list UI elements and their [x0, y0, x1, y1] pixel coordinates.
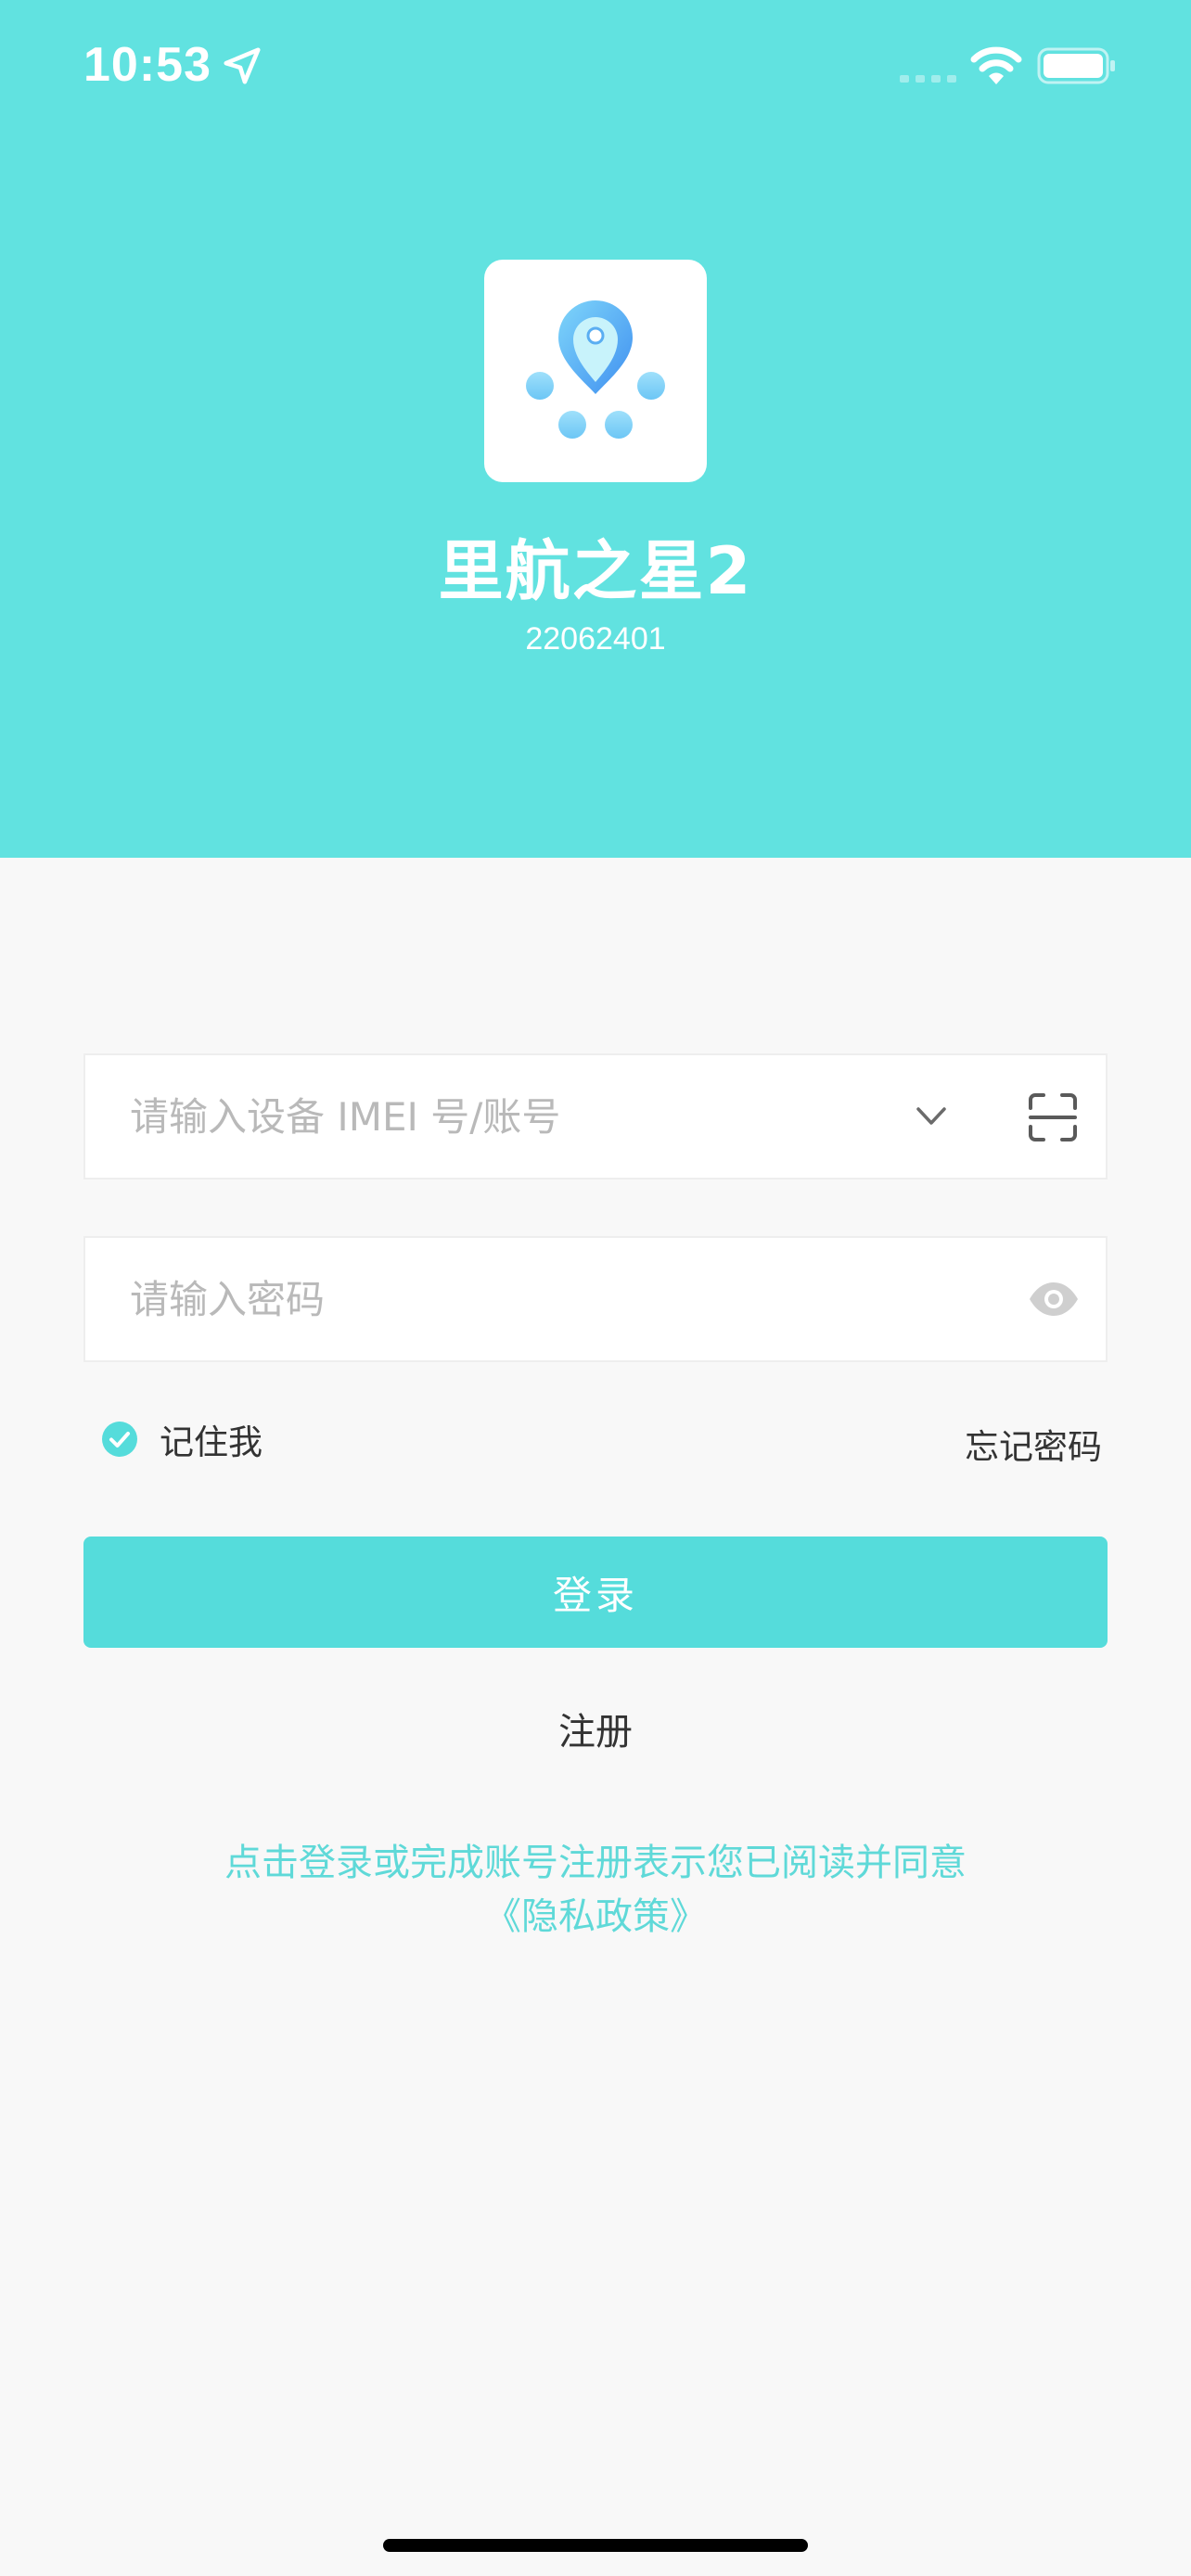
account-input[interactable] — [130, 1055, 890, 1178]
register-link[interactable]: 注册 — [0, 1702, 1191, 1755]
header-banner: 10:53 里航之星2 22062401 — [0, 0, 1191, 858]
eye-icon[interactable] — [1028, 1281, 1080, 1318]
agreement-text: 点击登录或完成账号注册表示您已阅读并同意 — [224, 1842, 967, 1884]
battery-icon — [1037, 47, 1115, 84]
chevron-down-icon[interactable] — [911, 1098, 952, 1135]
password-field — [83, 1236, 1108, 1362]
remember-me-toggle[interactable]: 记住我 — [102, 1415, 263, 1463]
app-version: 22062401 — [525, 621, 666, 657]
location-arrow-icon — [224, 47, 261, 84]
remember-me-label: 记住我 — [160, 1422, 263, 1462]
account-field — [83, 1053, 1108, 1180]
status-time: 10:53 — [83, 38, 211, 92]
privacy-agreement: 点击登录或完成账号注册表示您已阅读并同意 《隐私政策》 — [0, 1836, 1191, 1944]
cellular-signal-icon — [900, 75, 956, 83]
forgot-password-link[interactable]: 忘记密码 — [965, 1419, 1102, 1469]
app-title: 里航之星2 — [438, 533, 753, 609]
app-logo — [484, 260, 707, 482]
paw-pin-logo-icon — [526, 300, 665, 439]
login-button[interactable]: 登录 — [83, 1537, 1108, 1648]
wifi-icon — [970, 46, 1022, 84]
check-circle-icon — [102, 1422, 137, 1457]
privacy-policy-link[interactable]: 《隐私政策》 — [0, 1890, 1191, 1944]
status-bar: 10:53 — [0, 0, 1191, 139]
scan-icon[interactable] — [1028, 1092, 1078, 1142]
password-input[interactable] — [130, 1238, 983, 1360]
login-screen: 10:53 里航之星2 22062401 请输入设备 IMEI 号/账号 记住我… — [0, 0, 1191, 2576]
home-indicator — [383, 2539, 808, 2552]
